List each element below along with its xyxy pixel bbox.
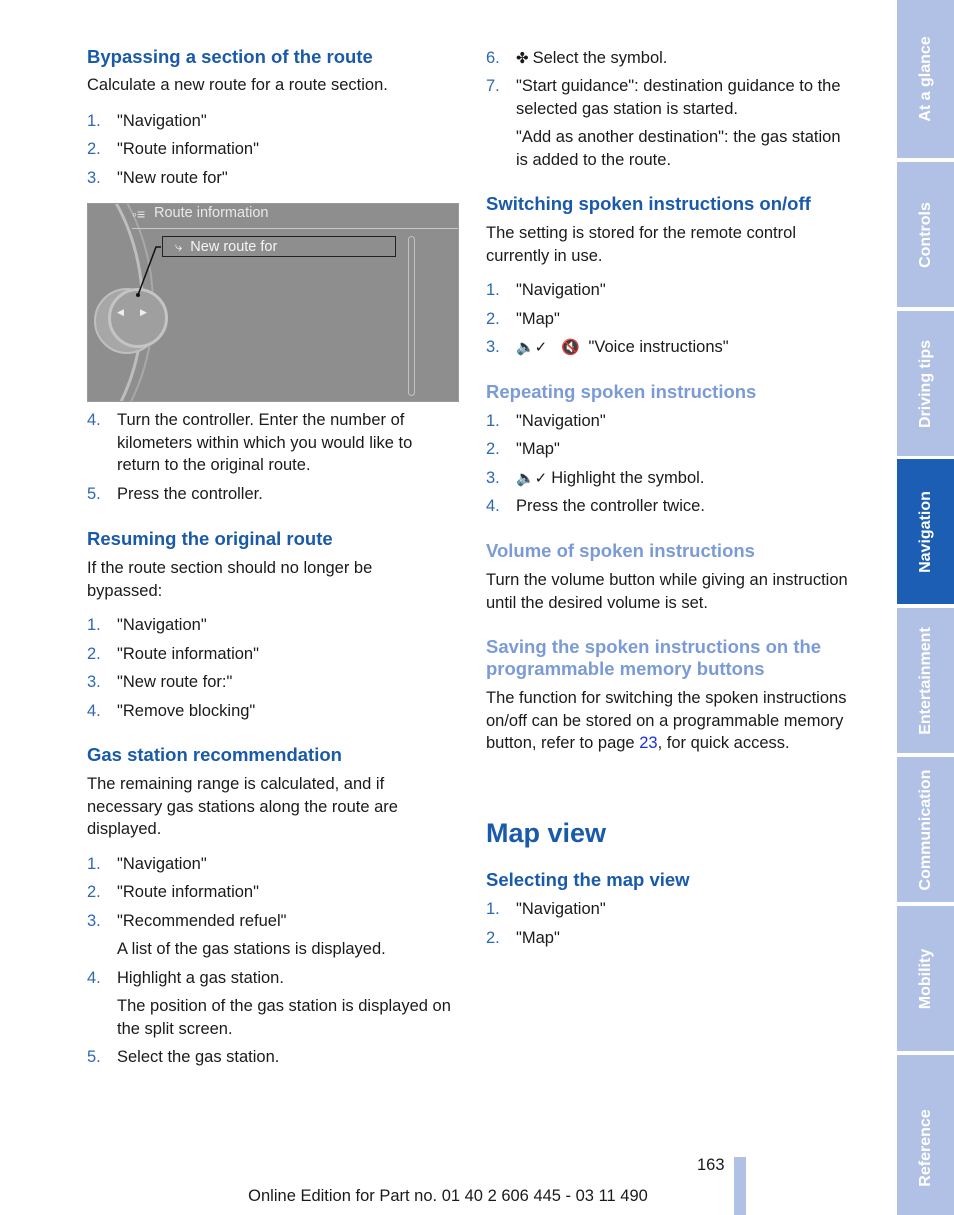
arrow-right-icon: ▶	[140, 307, 147, 317]
heading-bypassing-route: Bypassing a section of the route	[87, 46, 373, 67]
tab-reference[interactable]: Reference	[897, 1055, 954, 1215]
arrow-left-icon: ◀	[117, 307, 124, 317]
tab-driving-tips[interactable]: Driving tips	[897, 311, 954, 456]
chapter-tabs: At a glance Controls Driving tips Naviga…	[897, 0, 954, 1215]
screen-divider	[132, 228, 458, 229]
tab-at-a-glance[interactable]: At a glance	[897, 0, 954, 158]
voice-on-icon: 🔈✓	[516, 339, 548, 356]
tab-navigation[interactable]: Navigation	[897, 459, 954, 604]
idrive-screenshot: ◦≡ Route information ⤷ New route for ◀ ▶	[87, 203, 459, 402]
volume-text: Turn the volume button while giving an i…	[486, 571, 848, 612]
tab-mobility[interactable]: Mobility	[897, 906, 954, 1051]
route-info-icon: ◦≡	[132, 206, 146, 222]
menu-item-new-route-for: ⤷ New route for	[162, 236, 396, 257]
heading-saving-spoken-line2: programmable memory buttons	[486, 658, 765, 679]
footer-edition: Online Edition for Part no. 01 40 2 606 …	[248, 1187, 648, 1205]
heading-gas-station: Gas station recommendation	[87, 744, 342, 765]
tab-controls[interactable]: Controls	[897, 162, 954, 307]
page-number: 163	[697, 1156, 725, 1174]
heading-resuming-route: Resuming the original route	[87, 528, 333, 549]
heading-volume-spoken: Volume of spoken instructions	[486, 540, 755, 561]
scrollbar	[408, 236, 415, 396]
bypass-intro: Calculate a new route for a route sectio…	[87, 76, 388, 94]
gas-intro: The remaining range is calculated, and i…	[87, 775, 398, 839]
screen-header: Route information	[154, 205, 269, 221]
heading-map-view: Map view	[486, 818, 607, 848]
saving-text: The function for switching the spoken in…	[486, 689, 847, 753]
voice-off-icon: 🔇	[561, 339, 580, 356]
heading-saving-spoken-line1: Saving the spoken instructions on the	[486, 636, 822, 657]
new-route-icon: ⤷	[175, 239, 183, 254]
tab-entertainment[interactable]: Entertainment	[897, 608, 954, 753]
voice-on-icon: 🔈✓	[516, 470, 548, 487]
leader-line	[136, 246, 161, 297]
switching-intro: The setting is stored for the remote con…	[486, 224, 796, 265]
resume-intro: If the route section should no longer be…	[87, 559, 373, 600]
heading-switching-spoken: Switching spoken instructions on/off	[486, 193, 811, 214]
heading-repeating-spoken: Repeating spoken instructions	[486, 381, 757, 402]
destination-flag-icon: ✤	[516, 50, 529, 67]
tab-communication[interactable]: Communication	[897, 757, 954, 902]
page-link[interactable]: 23	[639, 734, 657, 752]
heading-selecting-map-view: Selecting the map view	[486, 869, 690, 890]
page-number-bar	[734, 1157, 746, 1215]
